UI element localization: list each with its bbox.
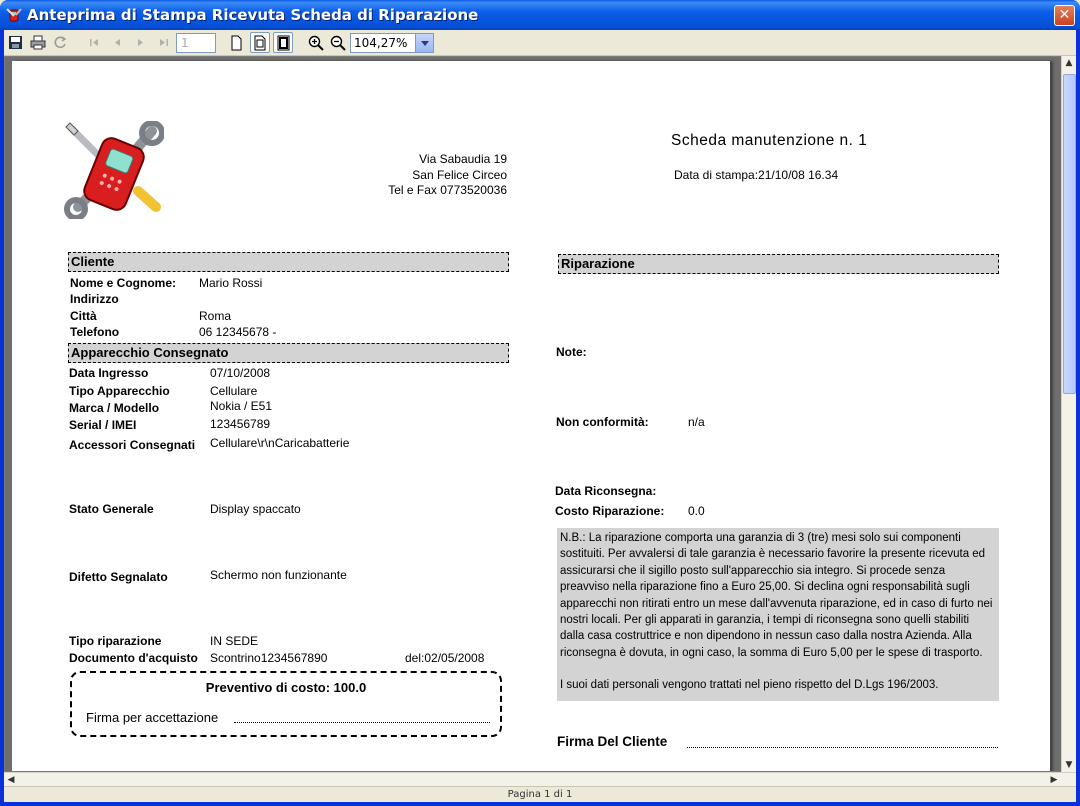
value-tipo-apparecchio: Cellulare — [210, 384, 258, 398]
label-documento: Documento d'acquisto — [69, 651, 198, 665]
label-stato-generale: Stato Generale — [69, 502, 154, 516]
field-value-citta: Roma — [199, 309, 232, 323]
company-address: Via Sabaudia 19 — [419, 152, 507, 166]
refresh-button[interactable] — [50, 32, 70, 53]
next-page-icon — [138, 39, 143, 46]
page-number-input[interactable]: 1 — [176, 33, 216, 53]
field-label-telefono: Telefono — [70, 325, 120, 339]
scroll-up-icon[interactable]: ▲ — [1062, 56, 1076, 70]
toolbar: 1 104,27% — [4, 30, 1076, 56]
privacy-text: I suoi dati personali vengono trattati n… — [560, 679, 939, 692]
firma-accettazione-line — [234, 722, 490, 723]
next-page-button[interactable] — [130, 32, 150, 53]
conditions-box: N.B.: La riparazione comporta una garanz… — [557, 528, 999, 701]
scroll-down-icon[interactable]: ▼ — [1062, 758, 1076, 772]
zoom-select[interactable]: 104,27% — [350, 33, 434, 53]
label-costo-riparazione: Costo Riparazione: — [555, 504, 665, 518]
prev-page-button[interactable] — [107, 32, 127, 53]
last-page-button[interactable] — [153, 32, 173, 53]
full-page-button[interactable] — [273, 32, 293, 53]
close-button[interactable]: ✕ — [1054, 5, 1075, 26]
save-button[interactable] — [5, 32, 25, 53]
value-costo-riparazione: 0.0 — [688, 504, 705, 518]
conditions-text: N.B.: La riparazione comporta una garanz… — [560, 532, 993, 659]
section-cliente: Cliente — [68, 252, 509, 272]
company-phone: Tel e Fax 0773520036 — [388, 183, 507, 197]
value-difetto: Schermo non funzionante — [210, 568, 347, 582]
vertical-scroll-thumb[interactable] — [1063, 74, 1076, 394]
value-serial: 123456789 — [210, 417, 271, 431]
preview-viewport[interactable]: Via Sabaudia 19 San Felice Circeo Tel e … — [4, 56, 1076, 772]
value-accessori: Cellulare\r\nCaricabatterie — [210, 436, 350, 450]
section-riparazione: Riparazione — [558, 254, 999, 274]
firma-cliente-line — [687, 747, 998, 748]
first-page-button[interactable] — [84, 32, 104, 53]
zoom-value: 104,27% — [354, 36, 408, 50]
label-note: Note: — [556, 345, 587, 359]
value-data-ingresso: 07/10/2008 — [210, 366, 271, 380]
tools-app-icon — [6, 8, 22, 22]
label-data-riconsegna: Data Riconsegna: — [555, 484, 657, 498]
label-data-ingresso: Data Ingresso — [69, 366, 149, 380]
prev-page-icon — [115, 39, 120, 46]
section-apparecchio: Apparecchio Consegnato — [68, 343, 509, 363]
tools-phone-icon — [64, 121, 164, 219]
zoom-out-button[interactable] — [327, 32, 347, 53]
single-page-icon — [231, 35, 242, 51]
vertical-scrollbar[interactable]: ▲ ▼ — [1061, 56, 1076, 772]
field-value-telefono: 06 12345678 - — [199, 325, 277, 339]
field-label-indirizzo: Indirizzo — [70, 292, 119, 306]
company-city: San Felice Circeo — [412, 168, 507, 182]
label-accessori: Accessori Consegnati — [69, 438, 196, 452]
value-stato-generale: Display spaccato — [210, 502, 301, 516]
value-tipo-riparazione: IN SEDE — [210, 634, 259, 648]
preventivo-box: Preventivo di costo: 100.0 Firma per acc… — [70, 671, 502, 737]
value-marca-modello: Nokia / E51 — [210, 399, 273, 413]
print-button[interactable] — [27, 32, 47, 53]
page-width-icon — [254, 35, 266, 51]
refresh-icon — [54, 36, 67, 49]
label-difetto: Difetto Segnalato — [69, 570, 168, 584]
save-icon — [9, 36, 22, 49]
report-title: Scheda manutenzione n. 1 — [671, 132, 868, 149]
single-page-button[interactable] — [226, 32, 246, 53]
scroll-right-icon[interactable]: ▶ — [1047, 773, 1061, 787]
first-page-icon — [90, 39, 98, 46]
window-client-area: 1 104,27% Via Sabaudia 19 San Felice Cir… — [4, 30, 1076, 802]
zoom-in-icon — [308, 35, 324, 51]
print-icon — [30, 35, 46, 50]
firma-cliente-label: Firma Del Cliente — [557, 734, 668, 749]
field-value-nome: Mario Rossi — [199, 276, 263, 290]
print-date: Data di stampa:21/10/08 16.34 — [674, 168, 839, 182]
page-width-button[interactable] — [250, 32, 270, 53]
zoom-out-icon — [330, 35, 346, 51]
page-status: Pagina 1 di 1 — [4, 786, 1076, 802]
label-non-conformita: Non conformità: — [556, 415, 649, 429]
label-serial: Serial / IMEI — [69, 418, 137, 432]
value-non-conformita: n/a — [688, 415, 705, 429]
value-documento-date: del:02/05/2008 — [405, 651, 485, 665]
label-marca-modello: Marca / Modello — [69, 401, 160, 415]
field-label-nome: Nome e Cognome: — [70, 276, 177, 290]
scroll-left-icon[interactable]: ◀ — [4, 773, 18, 787]
window-title: Anteprima di Stampa Ricevuta Scheda di R… — [27, 6, 479, 24]
full-page-icon — [277, 35, 290, 51]
label-tipo-apparecchio: Tipo Apparecchio — [69, 384, 170, 398]
print-preview-window: Anteprima di Stampa Ricevuta Scheda di R… — [0, 0, 1080, 806]
preventivo-title: Preventivo di costo: 100.0 — [205, 680, 367, 695]
firma-accettazione-label: Firma per accettazione — [86, 710, 219, 725]
report-page: Via Sabaudia 19 San Felice Circeo Tel e … — [12, 61, 1050, 771]
label-tipo-riparazione: Tipo riparazione — [69, 634, 162, 648]
last-page-icon — [160, 39, 168, 46]
value-documento: Scontrino1234567890 — [210, 651, 328, 665]
horizontal-scrollbar[interactable]: ◀ ▶ — [4, 772, 1076, 786]
field-label-citta: Città — [70, 309, 97, 323]
zoom-in-button[interactable] — [305, 32, 325, 53]
title-bar[interactable]: Anteprima di Stampa Ricevuta Scheda di R… — [0, 0, 1080, 30]
chevron-down-icon[interactable] — [415, 34, 433, 52]
